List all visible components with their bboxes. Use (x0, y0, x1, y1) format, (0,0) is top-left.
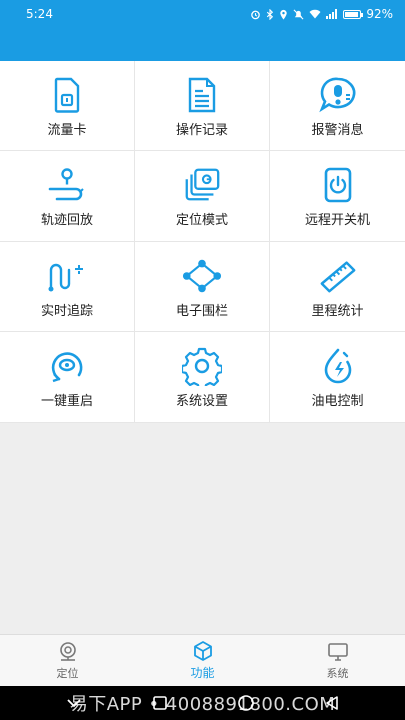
grid-item-label: 流量卡 (47, 123, 87, 138)
grid-item-label: 报警消息 (311, 123, 364, 138)
grid-item-label: 实时追踪 (40, 304, 93, 319)
grid-item-label: 操作记录 (175, 123, 228, 138)
grid-item-sim-card[interactable]: 流量卡 (0, 61, 135, 151)
tab-functions[interactable]: 功能 (135, 635, 270, 686)
wifi-icon (309, 9, 321, 19)
tab-label: 定位 (56, 666, 79, 680)
status-time: 5:24 (26, 7, 53, 21)
grid-item-geofence[interactable]: 电子围栏 (135, 242, 270, 332)
alarm-message-icon (318, 75, 358, 115)
sim-card-icon (47, 75, 87, 115)
function-grid: 流量卡 操作记录 报警消息 轨迹回放 定位模式 远程开关机 实时追踪 电子围栏 … (0, 61, 405, 423)
alarm-icon (251, 10, 261, 19)
tab-system[interactable]: 系统 (270, 635, 405, 686)
grid-item-label: 电子围栏 (175, 304, 228, 319)
grid-item-label: 远程开关机 (304, 213, 370, 228)
status-icons: 92% (250, 7, 393, 21)
recents-icon[interactable] (152, 695, 168, 711)
grid-item-label: 里程统计 (311, 304, 364, 319)
bottom-tab-bar: 定位 功能 系统 (0, 634, 405, 686)
grid-item-label: 定位模式 (175, 213, 228, 228)
monitor-icon (327, 642, 348, 661)
grid-item-track-replay[interactable]: 轨迹回放 (0, 151, 135, 242)
back-icon[interactable] (324, 695, 340, 711)
grid-item-remote-power[interactable]: 远程开关机 (270, 151, 405, 242)
restart-icon (47, 346, 87, 386)
grid-item-label: 油电控制 (311, 394, 364, 409)
geofence-icon (182, 256, 222, 296)
cube-icon (193, 641, 212, 661)
grid-item-mileage-stats[interactable]: 里程统计 (270, 242, 405, 332)
tab-label: 功能 (190, 666, 215, 680)
app-header (0, 28, 405, 61)
document-icon (182, 75, 222, 115)
signal-icon (326, 9, 338, 19)
grid-item-label: 系统设置 (175, 394, 228, 409)
home-icon[interactable] (237, 694, 255, 712)
location-icon (280, 9, 288, 20)
gear-icon (182, 346, 222, 386)
system-nav-bar (0, 686, 405, 720)
chevron-down-icon[interactable] (65, 697, 83, 709)
grid-item-operation-log[interactable]: 操作记录 (135, 61, 270, 151)
mute-icon (293, 9, 304, 19)
battery-icon (343, 9, 364, 19)
fuel-electric-icon (318, 346, 358, 386)
power-icon (318, 165, 358, 205)
tab-label: 系统 (326, 666, 349, 680)
grid-item-system-settings[interactable]: 系统设置 (135, 332, 270, 423)
location-pin-icon (59, 641, 76, 661)
grid-item-label: 轨迹回放 (40, 213, 93, 228)
tab-location[interactable]: 定位 (0, 635, 135, 686)
ruler-icon (318, 256, 358, 296)
battery-percent: 92% (366, 7, 393, 21)
grid-item-one-key-restart[interactable]: 一键重启 (0, 332, 135, 423)
grid-item-fuel-electric-control[interactable]: 油电控制 (270, 332, 405, 423)
realtime-track-icon (47, 256, 87, 296)
track-replay-icon (47, 165, 87, 205)
grid-item-label: 一键重启 (40, 394, 93, 409)
app-screen: 5:24 92% 流量卡 操作记录 报警消息 轨迹回放 定位模式 远程开关机 实… (0, 0, 405, 720)
grid-item-alarm-message[interactable]: 报警消息 (270, 61, 405, 151)
bluetooth-icon (267, 8, 274, 20)
location-mode-icon (182, 165, 222, 205)
grid-item-location-mode[interactable]: 定位模式 (135, 151, 270, 242)
grid-item-realtime-tracking[interactable]: 实时追踪 (0, 242, 135, 332)
status-bar: 5:24 92% (0, 0, 405, 28)
